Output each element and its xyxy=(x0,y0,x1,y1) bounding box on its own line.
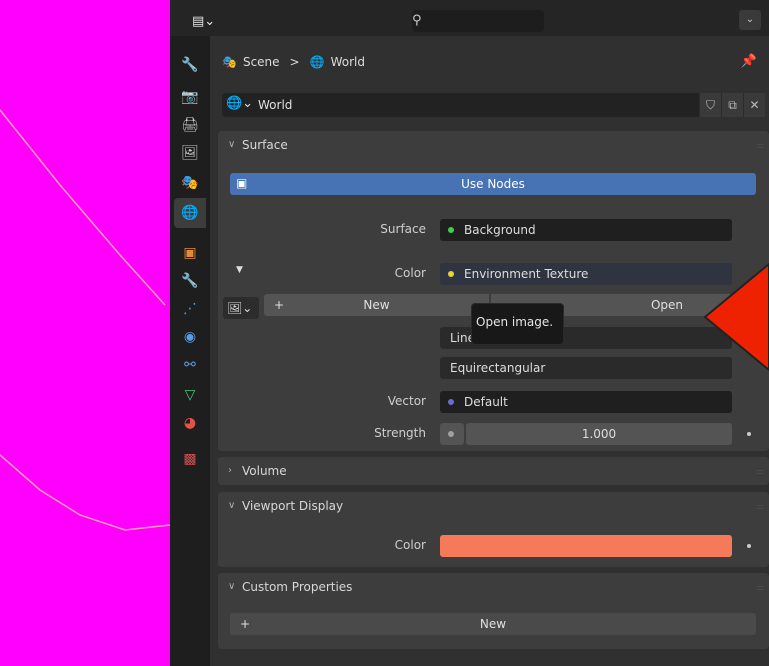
breadcrumb-separator: > xyxy=(289,55,300,69)
strength-socket-dot xyxy=(448,431,454,437)
panel-title: Surface xyxy=(242,138,288,152)
volume-panel-header[interactable]: › Volume :::: xyxy=(218,457,769,485)
material-icon[interactable]: ◕ xyxy=(174,408,206,438)
viewport-color-label: Color xyxy=(394,538,426,552)
viewport-display-panel: ∨ Viewport Display :::: Color xyxy=(218,492,769,567)
chevron-down-icon: ∨ xyxy=(228,139,236,150)
pin-icon[interactable]: 📌 xyxy=(741,54,757,69)
data-icon[interactable]: ▽ xyxy=(174,380,206,410)
image-browse-dropdown[interactable]: 🖼⌄ xyxy=(223,297,259,319)
shader-socket-dot xyxy=(448,227,454,233)
texture-icon[interactable]: ▩ xyxy=(174,444,206,474)
vector-socket-dot xyxy=(448,399,454,405)
search-icon: ⚲ xyxy=(412,13,422,28)
color-socket-dot xyxy=(448,271,454,277)
world-datablock-selector[interactable]: 🌐⌄ World ⛉ ⧉ ✕ xyxy=(222,93,765,117)
unlink-close-icon[interactable]: ✕ xyxy=(743,93,765,117)
color-label: Color xyxy=(394,266,426,280)
drag-handle-icon[interactable]: :::: xyxy=(756,502,764,511)
editor-type-dropdown[interactable]: ▤⌄ xyxy=(192,14,215,29)
surface-shader-field[interactable]: Background xyxy=(440,219,732,241)
scene-icon[interactable]: 🎭 xyxy=(174,168,206,198)
strength-socket-box[interactable] xyxy=(440,423,464,445)
new-image-button[interactable]: + New xyxy=(264,294,489,316)
vector-input-field[interactable]: Default xyxy=(440,391,732,413)
use-nodes-button[interactable]: ▣ Use Nodes xyxy=(230,173,756,195)
strength-label: Strength xyxy=(374,426,426,440)
open-image-tooltip: Open image. xyxy=(471,303,564,345)
constraints-icon[interactable]: ⚯ xyxy=(174,350,206,380)
editor-header: ▤⌄ ⚲ ⌄ xyxy=(170,0,769,36)
keyframe-dot[interactable] xyxy=(747,544,751,548)
modifier-icon[interactable]: 🔧 xyxy=(174,266,206,296)
breadcrumb-scene: Scene xyxy=(242,55,280,69)
chevron-right-icon: › xyxy=(228,465,232,476)
view-layer-icon[interactable]: 🖼 xyxy=(174,138,206,168)
viewport-display-panel-header[interactable]: ∨ Viewport Display :::: xyxy=(218,492,769,520)
scene-icon: 🎭 xyxy=(222,55,237,69)
properties-tab-bar: 🔧 📷 🖨 🖼 🎭 🌐 ▣ 🔧 ⋰ ◉ ⚯ ▽ ◕ ▩ xyxy=(170,36,210,666)
surface-panel: ∨ Surface :::: ▣ Use Nodes Surface Backg… xyxy=(218,131,769,451)
volume-panel: › Volume :::: xyxy=(218,457,769,485)
duplicate-icon[interactable]: ⧉ xyxy=(721,93,743,117)
chevron-down-icon: ∨ xyxy=(228,500,236,511)
custom-properties-panel-header[interactable]: ∨ Custom Properties :::: xyxy=(218,573,769,601)
world-browse-icon[interactable]: 🌐⌄ xyxy=(226,96,253,111)
world-icon[interactable]: 🌐 xyxy=(174,198,206,228)
properties-area: 🎭 Scene > 🌐 World 📌 🌐⌄ World ⛉ ⧉ ✕ ∨ Sur… xyxy=(210,36,769,666)
custom-properties-panel: ∨ Custom Properties :::: + New xyxy=(218,573,769,649)
particles-icon[interactable]: ⋰ xyxy=(174,294,206,324)
breadcrumb: 🎭 Scene > 🌐 World xyxy=(222,52,365,72)
annotation-arrow xyxy=(703,262,769,372)
chevron-down-icon: ∨ xyxy=(228,581,236,592)
physics-icon[interactable]: ◉ xyxy=(174,322,206,352)
new-property-button[interactable]: + New xyxy=(230,613,756,635)
viewport-color-swatch[interactable] xyxy=(440,535,732,557)
properties-editor: ▤⌄ ⚲ ⌄ 🔧 📷 🖨 🖼 🎭 🌐 ▣ 🔧 ⋰ ◉ ⚯ ▽ ◕ ▩ 🎭 Scene > 🌐 World … xyxy=(170,0,769,666)
surface-label: Surface xyxy=(380,222,426,236)
render-icon[interactable]: 📷 xyxy=(174,82,206,112)
keyframe-dot[interactable] xyxy=(747,432,751,436)
tool-icon[interactable]: 🔧 xyxy=(174,50,206,80)
surface-panel-header[interactable]: ∨ Surface :::: xyxy=(218,131,769,159)
options-dropdown[interactable]: ⌄ xyxy=(739,10,761,30)
strength-value-field[interactable]: 1.000 xyxy=(466,423,732,445)
viewport-curve xyxy=(0,109,170,531)
world-icon: 🌐 xyxy=(309,55,325,69)
output-icon[interactable]: 🖨 xyxy=(174,110,206,140)
fake-user-shield-icon[interactable]: ⛉ xyxy=(699,93,721,117)
object-icon[interactable]: ▣ xyxy=(174,238,206,268)
color-input-field[interactable]: Environment Texture xyxy=(440,263,732,285)
drag-handle-icon[interactable]: :::: xyxy=(756,141,764,150)
drag-handle-icon[interactable]: :::: xyxy=(756,467,764,476)
expand-triangle-icon[interactable]: ▼ xyxy=(236,265,243,275)
vector-label: Vector xyxy=(387,394,426,408)
viewport-3d[interactable] xyxy=(0,0,170,666)
projection-dropdown[interactable]: Equirectangular xyxy=(440,357,732,379)
breadcrumb-world: World xyxy=(330,55,365,69)
search-input[interactable]: ⚲ xyxy=(412,10,544,32)
world-name-field[interactable]: World xyxy=(258,98,292,112)
drag-handle-icon[interactable]: :::: xyxy=(756,583,764,592)
